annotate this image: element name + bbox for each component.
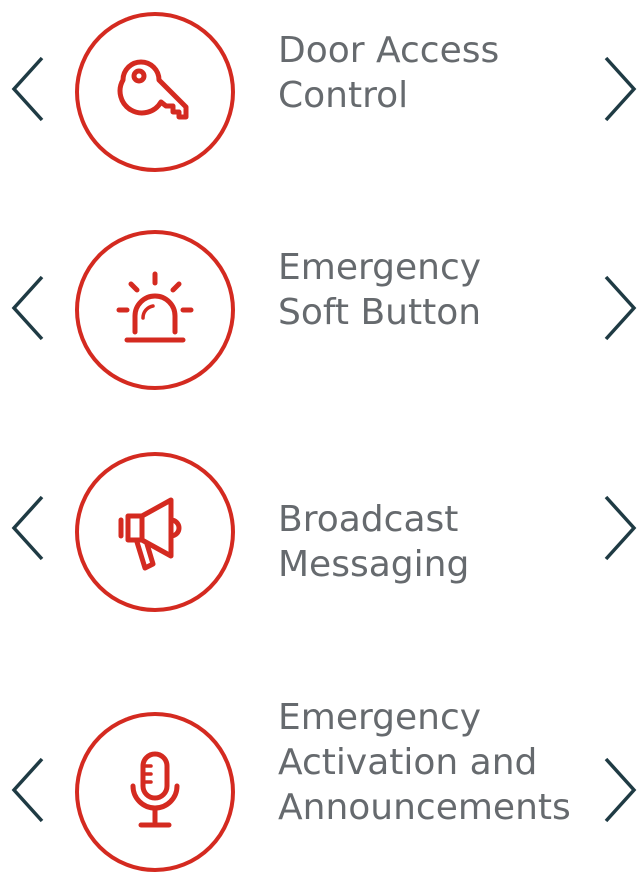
feature-row-door-access: Door Access Control: [0, 12, 641, 192]
feature-label-line: Emergency: [278, 697, 482, 738]
feature-label: Broadcast Messaging: [278, 497, 469, 587]
siren-icon: [116, 271, 194, 343]
chevron-left-icon[interactable]: [8, 273, 48, 343]
chevron-left-icon[interactable]: [8, 755, 48, 825]
feature-icon-circle: [75, 230, 235, 390]
feature-label-line: Control: [278, 75, 409, 116]
chevron-right-icon[interactable]: [600, 755, 640, 825]
feature-label-line: Door Access: [278, 30, 500, 71]
feature-label-line: Messaging: [278, 544, 470, 585]
feature-label-line: Soft Button: [278, 292, 482, 333]
microphone-icon: [130, 751, 180, 828]
feature-row-emergency-activation: Emergency Activation and Announcements: [0, 695, 641, 880]
chevron-left-icon[interactable]: [8, 54, 48, 124]
chevron-right-icon[interactable]: [600, 54, 640, 124]
feature-row-emergency-soft-button: Emergency Soft Button: [0, 230, 641, 415]
feature-label-line: Activation and: [278, 742, 538, 783]
feature-label: Emergency Activation and Announcements: [278, 695, 571, 830]
feature-icon-circle: [75, 712, 235, 872]
feature-label-line: Broadcast: [278, 499, 459, 540]
feature-row-broadcast-messaging: Broadcast Messaging: [0, 452, 641, 633]
feature-icon-circle: [75, 452, 235, 612]
key-icon: [117, 59, 189, 120]
chevron-right-icon[interactable]: [600, 493, 640, 563]
feature-label: Door Access Control: [278, 28, 499, 118]
megaphone-icon: [118, 497, 182, 571]
chevron-right-icon[interactable]: [600, 273, 640, 343]
feature-label: Emergency Soft Button: [278, 245, 481, 335]
feature-icon-circle: [75, 12, 235, 172]
feature-label-line: Announcements: [278, 787, 571, 828]
feature-label-line: Emergency: [278, 247, 482, 288]
chevron-left-icon[interactable]: [8, 493, 48, 563]
